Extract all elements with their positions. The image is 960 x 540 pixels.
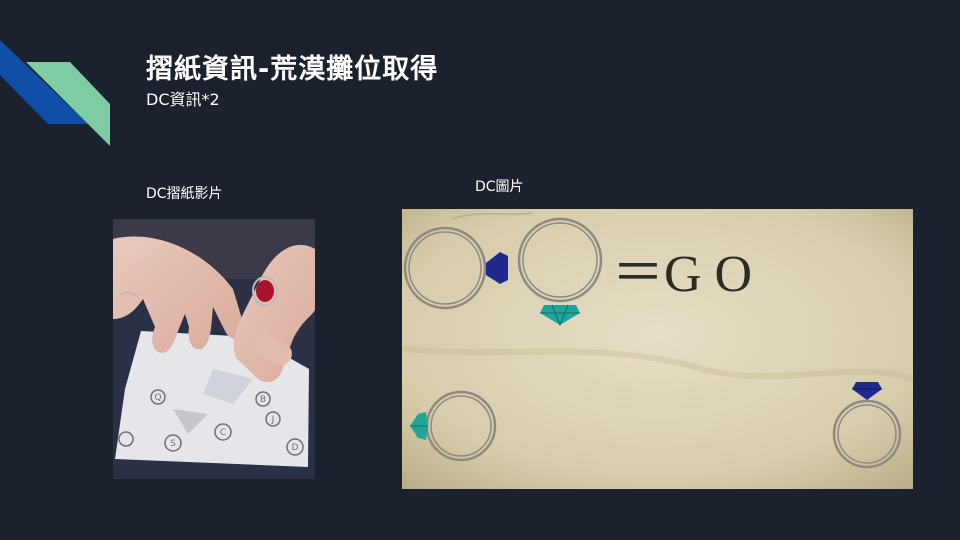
svg-text:Q: Q: [154, 393, 161, 403]
svg-text:C: C: [220, 428, 226, 438]
svg-text:S: S: [170, 439, 176, 449]
svg-text:B: B: [260, 395, 266, 405]
slide-subtitle: DC資訊*2: [146, 90, 220, 109]
equation-text: ＝G O: [612, 246, 752, 303]
dc-picture: ＝G O: [402, 209, 913, 489]
corner-stripes-decoration: [0, 40, 110, 146]
slide-title: 摺紙資訊-荒漠攤位取得: [146, 54, 439, 85]
folding-video[interactable]: Q B J C S D: [113, 219, 315, 479]
dc-picture-image: ＝G O: [402, 209, 913, 489]
folding-video-image: Q B J C S D: [113, 219, 315, 479]
svg-text:D: D: [292, 443, 299, 453]
svg-text:J: J: [271, 415, 275, 425]
dc-image-label: DC圖片: [475, 179, 524, 195]
folding-video-label: DC摺紙影片: [146, 186, 223, 202]
